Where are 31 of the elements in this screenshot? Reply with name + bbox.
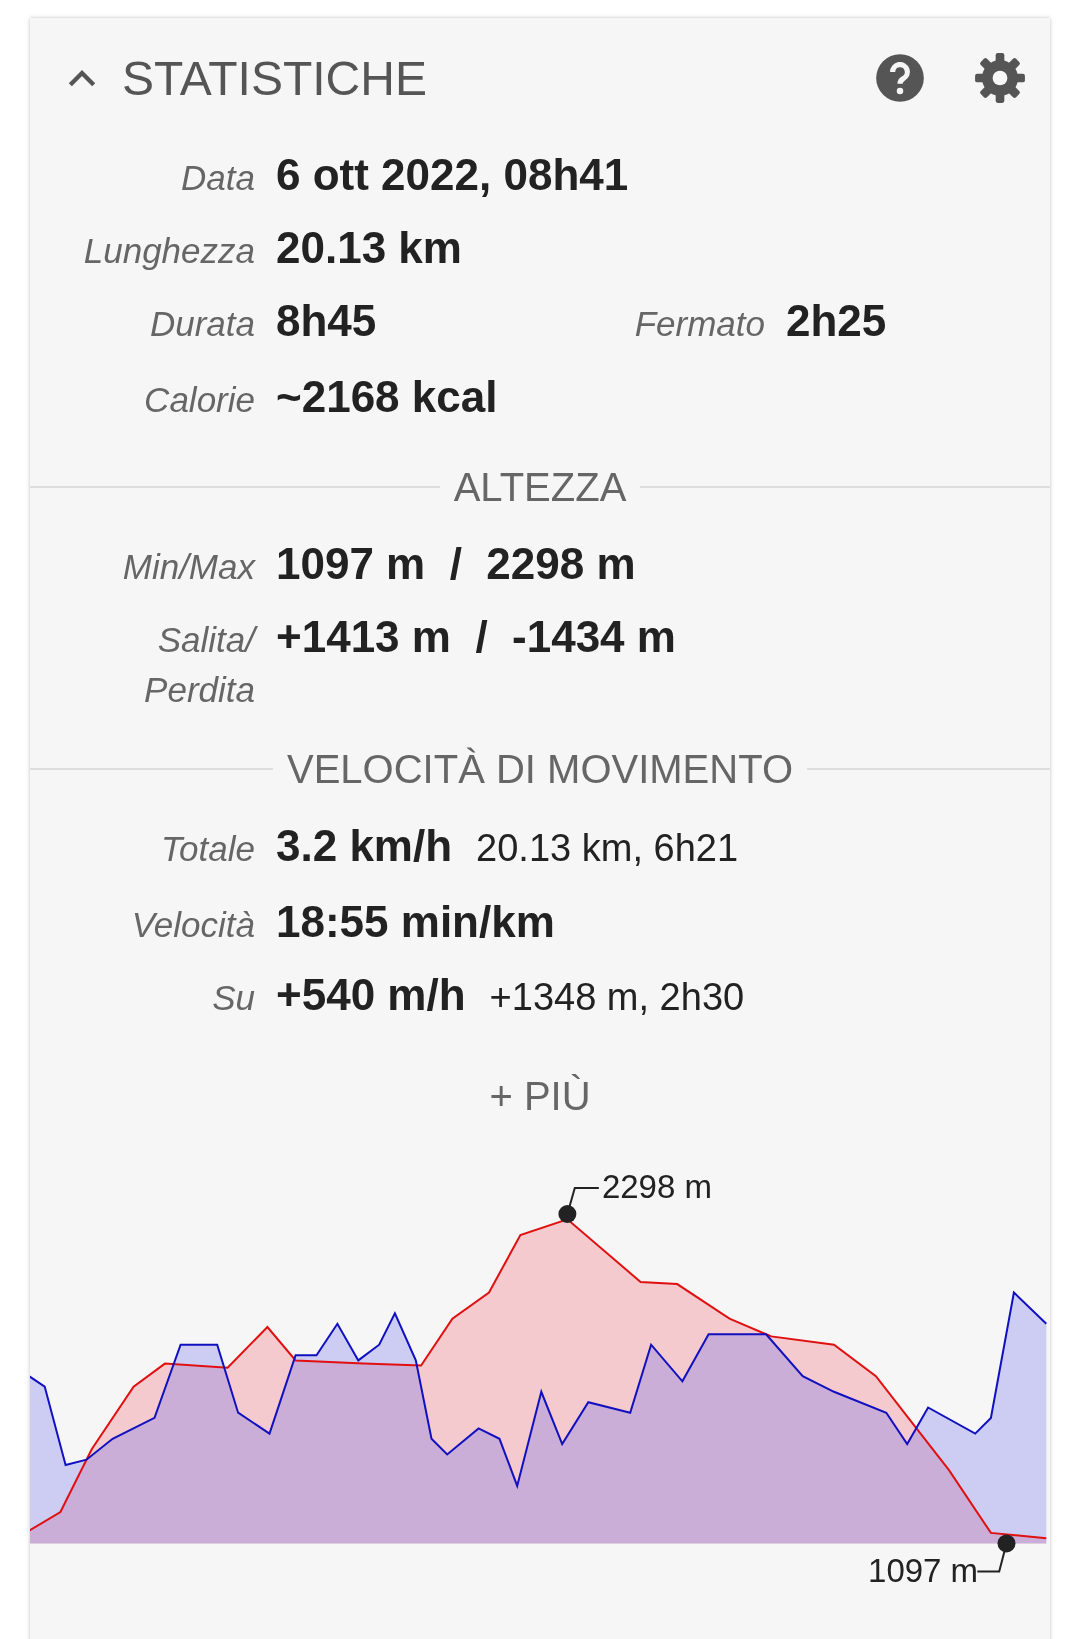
max-marker (558, 1186, 600, 1223)
stat-value: ~2168 kcal (276, 371, 498, 423)
section-title: ALTEZZA (453, 464, 627, 510)
stat-detail: 20.13 km, 6h21 (476, 826, 739, 871)
stat-label: Su (211, 977, 255, 1019)
stat-value: +1413 m / -1434 m (276, 611, 676, 663)
stat-label: Min/Max (121, 546, 255, 588)
stat-value: 6 ott 2022, 08h41 (276, 149, 629, 201)
stat-value: +540 m/h (276, 969, 466, 1021)
section-title: VELOCITÀ DI MOVIMENTO (287, 746, 793, 792)
min-elevation-label: 1097 m (868, 1551, 979, 1590)
stat-label: Calorie (143, 379, 255, 421)
stat-label: Fermato (633, 303, 765, 345)
stat-detail: +1348 m, 2h30 (489, 975, 745, 1020)
min-marker (976, 1534, 1016, 1573)
help-icon[interactable] (874, 52, 926, 104)
stat-label: Velocità (130, 904, 255, 946)
stat-value: 18:55 min/km (276, 896, 555, 948)
stat-label: Lunghezza (82, 230, 255, 272)
settings-icon[interactable] (974, 52, 1026, 104)
stat-label: Durata (148, 303, 255, 345)
stat-label: Totale (159, 828, 255, 870)
max-elevation-label: 2298 m (601, 1167, 712, 1206)
stat-label: Data (180, 157, 255, 199)
stat-value: 20.13 km (276, 222, 462, 274)
stat-value: 1097 m / 2298 m (276, 538, 636, 590)
card-title: STATISTICHE (122, 50, 428, 106)
more-button[interactable]: + PIÙ (473, 1066, 607, 1127)
stat-value: 2h25 (786, 295, 887, 347)
stat-value: 8h45 (276, 295, 378, 347)
stat-value: 3.2 km/h (276, 820, 453, 872)
